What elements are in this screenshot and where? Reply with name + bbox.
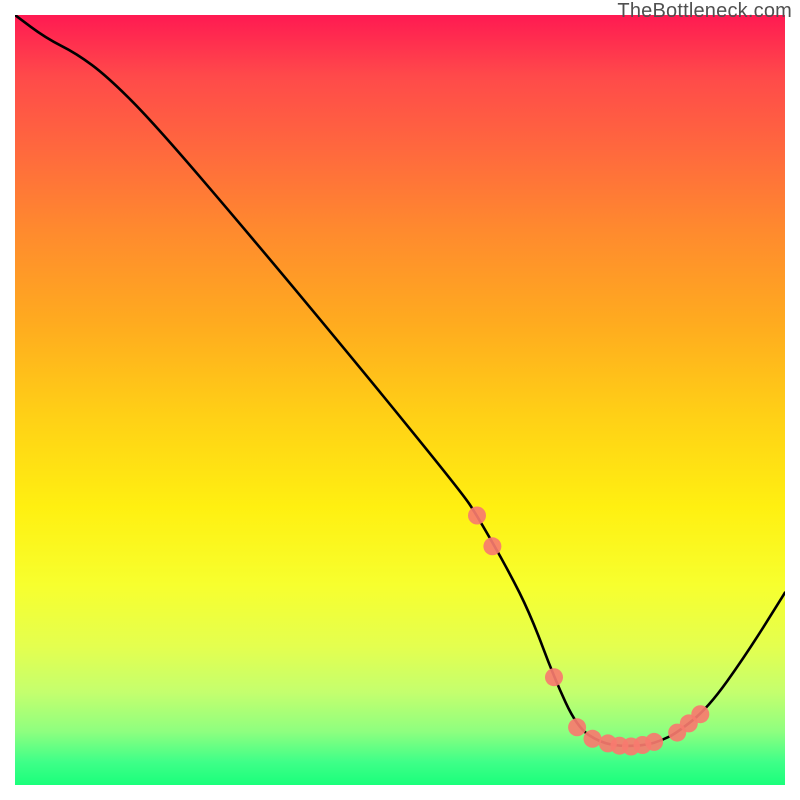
bottleneck-curve (15, 15, 785, 746)
highlight-marker (568, 718, 586, 736)
highlight-marker (468, 507, 486, 525)
highlight-marker (545, 668, 563, 686)
highlighted-points-group (468, 507, 709, 756)
highlight-marker (645, 733, 663, 751)
highlight-marker (691, 705, 709, 723)
chart-canvas: TheBottleneck.com (0, 0, 800, 800)
highlight-marker (584, 730, 602, 748)
chart-svg-layer (15, 15, 785, 785)
highlight-marker (483, 537, 501, 555)
watermark-label: TheBottleneck.com (617, 0, 792, 23)
